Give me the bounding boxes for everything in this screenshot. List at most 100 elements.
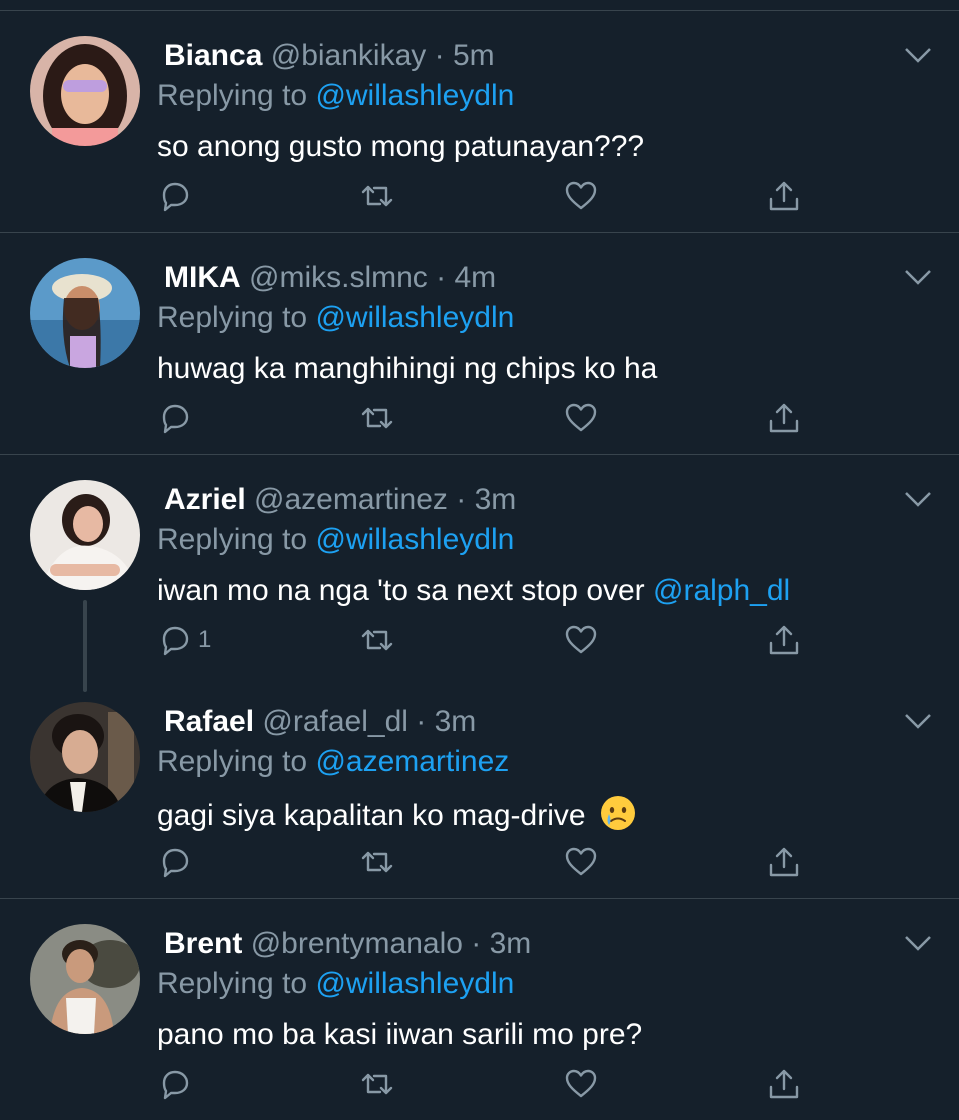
tweet-card[interactable]: Rafael @rafael_dl · 3m Replying to @azem… — [0, 702, 959, 898]
retweet-button[interactable] — [360, 842, 394, 882]
tweet-header: MIKA @miks.slmnc · 4m — [164, 260, 496, 296]
user-handle[interactable]: @rafael_dl — [262, 705, 408, 738]
crying-face-emoji-icon — [600, 796, 635, 830]
chevron-down-icon[interactable] — [904, 934, 932, 952]
share-icon — [769, 1069, 799, 1099]
display-name[interactable]: Azriel — [164, 483, 246, 516]
like-button[interactable] — [564, 842, 598, 882]
display-name[interactable]: Brent — [164, 927, 242, 960]
separator-dot: · — [436, 261, 447, 294]
reply-button[interactable]: 1 — [158, 620, 211, 660]
user-handle[interactable]: @biankikay — [271, 39, 427, 72]
tweet-card[interactable]: Bianca @biankikay · 5m Replying to @will… — [0, 36, 959, 232]
avatar[interactable] — [30, 36, 140, 146]
reply-icon — [162, 182, 189, 212]
replying-to-mention[interactable]: @willashleydln — [315, 301, 514, 334]
reply-icon — [162, 404, 189, 434]
tweet-header: Bianca @biankikay · 5m — [164, 38, 495, 74]
share-icon — [769, 847, 799, 877]
separator-dot: · — [416, 705, 427, 738]
replying-to-label: Replying to — [157, 745, 316, 778]
display-name[interactable]: Bianca — [164, 39, 262, 72]
replying-to: Replying to @willashleydln — [157, 78, 514, 114]
tweet-card[interactable]: Brent @brentymanalo · 3m Replying to @wi… — [0, 924, 959, 1120]
replying-to-mention[interactable]: @willashleydln — [315, 523, 514, 556]
tweet-header: Rafael @rafael_dl · 3m — [164, 704, 476, 740]
like-button[interactable] — [564, 1064, 598, 1104]
avatar[interactable] — [30, 480, 140, 590]
avatar[interactable] — [30, 924, 140, 1034]
divider — [0, 232, 959, 233]
avatar-image-bianca — [30, 36, 140, 146]
tweet-text: huwag ka manghihingi ng chips ko ha — [157, 351, 657, 387]
user-handle[interactable]: @brentymanalo — [251, 927, 463, 960]
reply-count: 1 — [198, 626, 212, 653]
timestamp[interactable]: 3m — [435, 705, 477, 738]
separator-dot: · — [456, 483, 467, 516]
tweet-body: gagi siya kapalitan ko mag-drive — [157, 799, 586, 832]
reply-icon — [162, 1070, 189, 1100]
avatar-image-brent — [30, 924, 140, 1034]
like-button[interactable] — [564, 176, 598, 216]
tweet-mention[interactable]: @ralph_dl — [653, 574, 790, 607]
reply-button[interactable] — [158, 842, 192, 882]
replying-to-mention[interactable]: @willashleydln — [315, 79, 514, 112]
replying-to-mention[interactable]: @azemartinez — [315, 745, 509, 778]
share-button[interactable] — [767, 842, 801, 882]
separator-dot: · — [471, 927, 482, 960]
heart-icon — [565, 625, 597, 654]
timestamp[interactable]: 3m — [490, 927, 532, 960]
chevron-down-icon[interactable] — [904, 46, 932, 64]
replying-to: Replying to @willashleydln — [157, 966, 514, 1002]
avatar-image-rafael — [30, 702, 140, 812]
share-button[interactable] — [767, 620, 801, 660]
tweet-text: pano mo ba kasi iiwan sarili mo pre? — [157, 1017, 642, 1053]
tweet-actions — [0, 842, 959, 882]
replying-to-mention[interactable]: @willashleydln — [315, 967, 514, 1000]
tweet-actions — [0, 176, 959, 216]
reply-button[interactable] — [158, 398, 192, 438]
chevron-down-icon[interactable] — [904, 268, 932, 286]
user-handle[interactable]: @miks.slmnc — [249, 261, 428, 294]
share-icon — [769, 625, 799, 655]
retweet-icon — [361, 185, 393, 207]
share-button[interactable] — [767, 398, 801, 438]
retweet-icon — [361, 629, 393, 651]
retweet-button[interactable] — [360, 398, 394, 438]
replying-to-label: Replying to — [157, 967, 316, 1000]
chevron-down-icon[interactable] — [904, 490, 932, 508]
avatar[interactable] — [30, 702, 140, 812]
share-button[interactable] — [767, 176, 801, 216]
like-button[interactable] — [564, 620, 598, 660]
display-name[interactable]: MIKA — [164, 261, 241, 294]
timestamp[interactable]: 5m — [453, 39, 495, 72]
reply-button[interactable] — [158, 1064, 192, 1104]
reply-button[interactable] — [158, 176, 192, 216]
timestamp[interactable]: 3m — [475, 483, 517, 516]
user-handle[interactable]: @azemartinez — [254, 483, 448, 516]
timestamp[interactable]: 4m — [454, 261, 496, 294]
retweet-button[interactable] — [360, 176, 394, 216]
avatar-image-azriel — [30, 480, 140, 590]
share-button[interactable] — [767, 1064, 801, 1104]
heart-icon — [565, 403, 597, 432]
divider — [0, 10, 959, 11]
replies-feed: Bianca @biankikay · 5m Replying to @will… — [0, 0, 959, 1120]
chevron-down-icon[interactable] — [904, 712, 932, 730]
replying-to: Replying to @willashleydln — [157, 522, 514, 558]
tweet-body: pano mo ba kasi iiwan sarili mo pre? — [157, 1018, 643, 1051]
tweet-header: Azriel @azemartinez · 3m — [164, 482, 516, 518]
like-button[interactable] — [564, 398, 598, 438]
retweet-button[interactable] — [360, 620, 394, 660]
tweet-body: huwag ka manghihingi ng chips ko ha — [157, 352, 658, 385]
tweet-actions: 1 — [0, 620, 959, 660]
display-name[interactable]: Rafael — [164, 705, 254, 738]
replying-to: Replying to @azemartinez — [157, 744, 509, 780]
avatar[interactable] — [30, 258, 140, 368]
tweet-card[interactable]: Azriel @azemartinez · 3m Replying to @wi… — [0, 480, 959, 692]
tweet-card[interactable]: MIKA @miks.slmnc · 4m Replying to @willa… — [0, 258, 959, 454]
divider — [0, 454, 959, 455]
retweet-button[interactable] — [360, 1064, 394, 1104]
tweet-text: iwan mo na nga 'to sa next stop over @ra… — [157, 573, 790, 609]
tweet-actions — [0, 398, 959, 438]
